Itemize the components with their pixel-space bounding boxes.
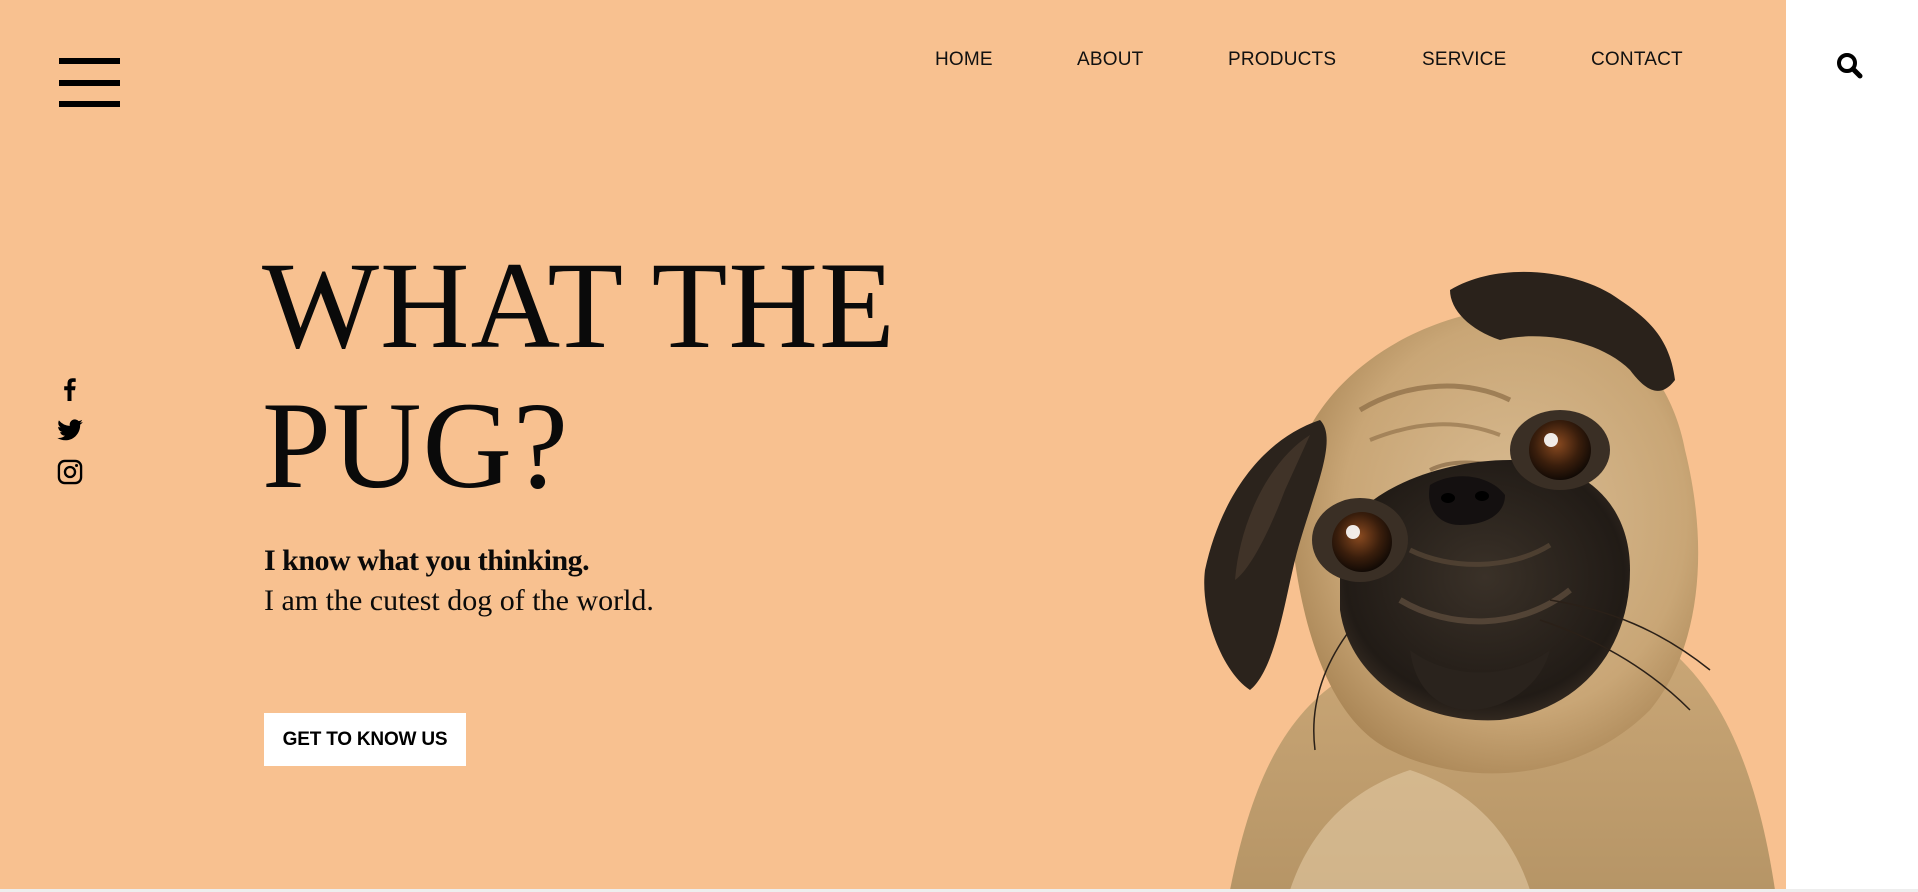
right-sidebar [1786,0,1918,889]
search-icon[interactable] [1834,50,1866,82]
headline-line-1: WHAT THE [262,237,896,374]
get-to-know-us-button[interactable]: GET TO KNOW US [264,713,466,766]
hamburger-bar [59,101,120,107]
headline-line-2: PUG? [262,377,570,514]
nav-item-products[interactable]: PRODUCTS [1228,48,1336,72]
tagline-regular: I am the cutest dog of the world. [264,584,654,617]
hero-section: HOME ABOUT PRODUCTS SERVICE CONTACT WHAT… [0,0,1786,889]
hero-tagline: I know what you thinking. I am the cutes… [264,541,654,621]
page: HOME ABOUT PRODUCTS SERVICE CONTACT WHAT… [0,0,1918,892]
hamburger-bar [59,80,120,86]
twitter-icon[interactable] [56,416,84,444]
nav-item-contact[interactable]: CONTACT [1591,48,1683,72]
nav-item-home[interactable]: HOME [935,48,993,72]
hero-headline: WHAT THE PUG? [262,236,982,516]
tagline-bold: I know what you thinking. [264,544,590,577]
facebook-icon[interactable] [56,375,84,403]
main-nav: HOME ABOUT PRODUCTS SERVICE CONTACT [0,48,1786,74]
social-links [56,372,96,492]
nav-item-about[interactable]: ABOUT [1077,48,1143,72]
instagram-icon[interactable] [56,458,84,486]
pug-photo [1110,270,1786,889]
nav-item-service[interactable]: SERVICE [1422,48,1506,72]
